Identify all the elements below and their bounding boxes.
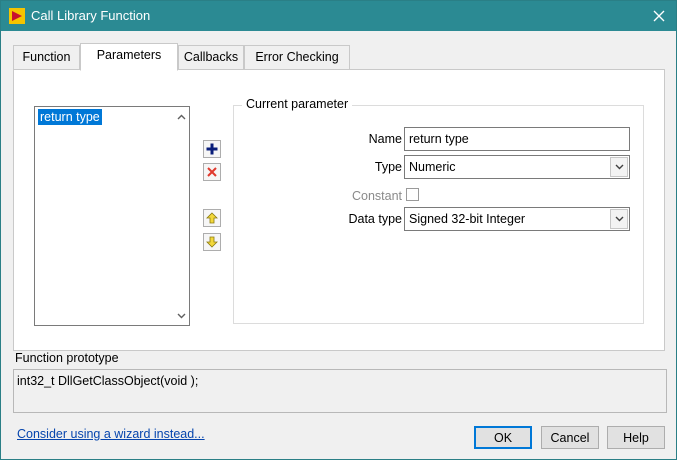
chevron-down-icon <box>610 209 628 229</box>
tab-label: Callbacks <box>183 50 239 64</box>
labview-arrow-icon <box>9 8 25 24</box>
scroll-down-button[interactable] <box>173 308 189 324</box>
chevron-up-icon <box>177 114 185 120</box>
move-up-button[interactable] <box>203 209 221 227</box>
tab-label: Error Checking <box>255 50 339 64</box>
plus-icon <box>206 143 218 155</box>
data-type-label: Data type <box>348 212 402 226</box>
chevron-down-icon <box>610 157 628 177</box>
constant-label: Constant <box>351 189 402 203</box>
delete-x-icon <box>207 167 217 177</box>
tab-label: Function <box>22 50 71 64</box>
wizard-link[interactable]: Consider using a wizard instead... <box>17 427 205 441</box>
window-title: Call Library Function <box>31 8 151 23</box>
type-select[interactable]: Numeric <box>404 155 630 179</box>
help-button[interactable]: Help <box>607 426 665 449</box>
prototype-box: int32_t DllGetClassObject(void ); <box>13 369 667 413</box>
type-value: Numeric <box>409 160 456 174</box>
cancel-label: Cancel <box>550 430 590 445</box>
chevron-down-icon <box>177 313 185 319</box>
cancel-button[interactable]: Cancel <box>541 426 599 449</box>
prototype-text: int32_t DllGetClassObject(void ); <box>17 374 199 388</box>
current-parameter-group: Current parameter Name Type Numeric Cons… <box>233 97 644 324</box>
close-icon <box>653 10 665 22</box>
tab-parameters[interactable]: Parameters <box>80 43 178 71</box>
constant-checkbox[interactable] <box>406 188 419 201</box>
list-scrollbar[interactable] <box>173 107 189 325</box>
help-label: Help <box>623 430 649 445</box>
name-input[interactable] <box>404 127 630 151</box>
data-type-value: Signed 32-bit Integer <box>409 212 526 226</box>
name-label: Name <box>368 132 402 146</box>
add-parameter-button[interactable] <box>203 140 221 158</box>
scroll-up-button[interactable] <box>173 109 189 125</box>
tab-function[interactable]: Function <box>13 45 80 70</box>
tab-error-checking[interactable]: Error Checking <box>244 45 350 70</box>
tab-label: Parameters <box>96 48 162 62</box>
type-label: Type <box>374 160 402 174</box>
dialog-window: Call Library Function Function Parameter… <box>0 0 677 460</box>
close-button[interactable] <box>646 4 672 28</box>
delete-parameter-button[interactable] <box>203 163 221 181</box>
arrow-down-icon <box>206 236 218 248</box>
parameters-panel: return type Current parameter Name retur… <box>13 69 665 351</box>
title-bar[interactable]: Call Library Function <box>1 1 676 31</box>
list-item[interactable]: return type <box>38 109 102 125</box>
move-down-button[interactable] <box>203 233 221 251</box>
ok-button[interactable]: OK <box>474 426 532 449</box>
tab-callbacks[interactable]: Callbacks <box>178 45 244 70</box>
ok-label: OK <box>493 430 513 445</box>
parameter-list[interactable]: return type <box>34 106 190 326</box>
group-legend: Current parameter <box>242 97 353 111</box>
prototype-label: Function prototype <box>15 351 119 365</box>
arrow-up-icon <box>206 212 218 224</box>
data-type-select[interactable]: Signed 32-bit Integer <box>404 207 630 231</box>
